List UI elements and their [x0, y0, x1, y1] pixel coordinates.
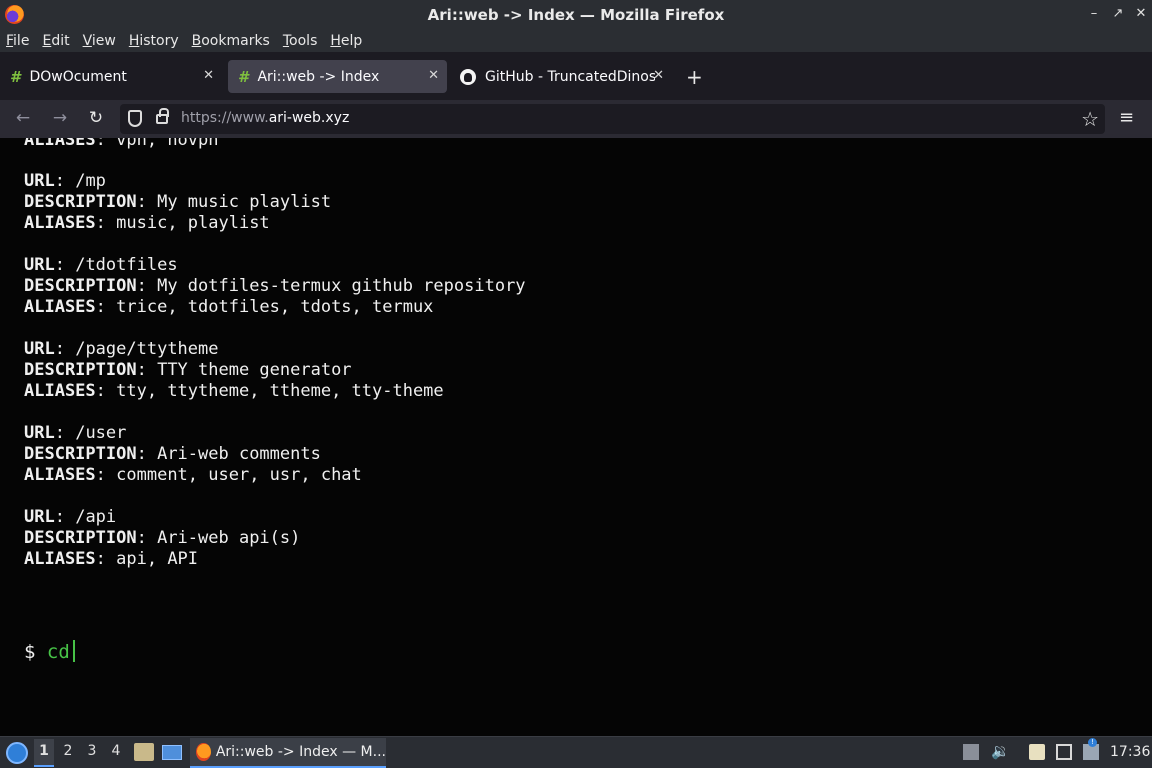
address-bar[interactable]: https://www.ari-web.xyz ☆: [120, 104, 1105, 134]
taskbar-firefox-window[interactable]: Ari::web -> Index — M...: [190, 738, 386, 768]
file-manager-icon[interactable]: [134, 743, 154, 761]
tab-ari-web-index[interactable]: # Ari::web -> Index ✕: [228, 60, 447, 93]
menu-file[interactable]: File: [6, 33, 29, 49]
prompt-symbol: $: [24, 641, 36, 663]
desktop-1-button[interactable]: 1: [34, 739, 54, 767]
start-menu-icon[interactable]: [6, 742, 28, 764]
window-title: Ari::web -> Index — Mozilla Firefox: [427, 6, 725, 24]
text-cursor: [72, 640, 75, 662]
tab-github[interactable]: GitHub - TruncatedDinos ✕: [450, 60, 672, 93]
close-tab-icon[interactable]: ✕: [428, 68, 439, 83]
entry-aliases: ALIASES: api, API: [24, 549, 199, 569]
task-label: Ari::web -> Index — M...: [215, 744, 386, 760]
entry-url: URL: /tdotfiles: [24, 255, 178, 275]
menu-view[interactable]: View: [83, 33, 116, 49]
entry-url: URL: /api: [24, 507, 117, 527]
hamburger-menu-icon[interactable]: ≡: [1119, 107, 1134, 128]
close-tab-icon[interactable]: ✕: [203, 68, 214, 83]
tab-label: Ari::web -> Index: [257, 68, 380, 85]
entry-aliases: ALIASES: tty, ttytheme, ttheme, tty-them…: [24, 381, 444, 401]
entry-description: DESCRIPTION: My dotfiles-termux github r…: [24, 276, 526, 296]
entry-url: URL: /mp: [24, 171, 106, 191]
menu-edit[interactable]: Edit: [42, 33, 69, 49]
entry-description: DESCRIPTION: TTY theme generator: [24, 360, 352, 380]
menu-bar: File Edit View History Bookmarks Tools H…: [0, 30, 1152, 52]
forward-button[interactable]: →: [49, 108, 71, 128]
url-protocol: https://www.: [181, 110, 269, 126]
tray-up-arrow-icon[interactable]: [963, 744, 979, 760]
navigation-bar: ← → ↻ https://www.ari-web.xyz ☆ ≡: [0, 100, 1152, 138]
close-window-button[interactable]: ✕: [1134, 6, 1148, 21]
minimize-button[interactable]: –: [1087, 6, 1101, 21]
volume-icon[interactable]: 🔉: [991, 742, 1010, 760]
menu-tools[interactable]: Tools: [283, 33, 318, 49]
entry-aliases: ALIASES: music, playlist: [24, 213, 270, 233]
tab-label: DOwOcument: [29, 68, 127, 85]
desktop-4-button[interactable]: 4: [106, 743, 126, 759]
show-desktop-icon[interactable]: [162, 745, 182, 760]
tab-strip: # DOwOcument ✕ # Ari::web -> Index ✕ Git…: [0, 52, 1152, 100]
clock[interactable]: 17:36: [1110, 744, 1150, 760]
notification-icon[interactable]: !: [1083, 738, 1099, 760]
firefox-icon: [196, 743, 211, 761]
lock-icon[interactable]: [156, 108, 169, 124]
notification-badge: !: [1088, 738, 1097, 747]
menu-history[interactable]: History: [129, 33, 179, 49]
tab-dowocument[interactable]: # DOwOcument ✕: [0, 60, 222, 93]
url-text[interactable]: https://www.ari-web.xyz: [181, 110, 349, 126]
clipboard-icon[interactable]: [1029, 744, 1045, 760]
github-icon: [460, 68, 476, 85]
bookmark-star-icon[interactable]: ☆: [1081, 107, 1099, 131]
close-tab-icon[interactable]: ✕: [653, 68, 664, 83]
entry-description: DESCRIPTION: Ari-web api(s): [24, 528, 301, 548]
menu-bookmarks[interactable]: Bookmarks: [192, 33, 270, 49]
window-titlebar: Ari::web -> Index — Mozilla Firefox – ↗ …: [0, 0, 1152, 30]
reload-button[interactable]: ↻: [85, 108, 107, 128]
desktop-2-button[interactable]: 2: [58, 743, 78, 759]
desktop-3-button[interactable]: 3: [82, 743, 102, 759]
back-button[interactable]: ←: [12, 108, 34, 128]
hash-favicon-icon: #: [238, 67, 249, 86]
prompt-command: cd: [46, 641, 70, 663]
taskbar: 1 2 3 4 Ari::web -> Index — M... 🔉 ! 17:…: [0, 736, 1152, 768]
entry-aliases: ALIASES: trice, tdotfiles, tdots, termux: [24, 297, 434, 317]
firefox-icon: [5, 5, 24, 24]
tab-label: GitHub - TruncatedDinos: [485, 68, 655, 85]
entry-url: URL: /user: [24, 423, 127, 443]
maximize-button[interactable]: ↗: [1111, 6, 1125, 21]
hash-favicon-icon: #: [10, 67, 21, 86]
menu-help[interactable]: Help: [330, 33, 362, 49]
partial-aliases-line: ALIASES: vpn, novpn: [24, 138, 219, 150]
entry-url: URL: /page/ttytheme: [24, 339, 219, 359]
url-domain: ari-web.xyz: [268, 110, 350, 126]
shield-icon[interactable]: [128, 110, 142, 127]
entry-description: DESCRIPTION: My music playlist: [24, 192, 332, 212]
new-tab-button[interactable]: +: [686, 65, 703, 89]
entry-aliases: ALIASES: comment, user, usr, chat: [24, 465, 362, 485]
network-icon[interactable]: [1056, 744, 1072, 760]
page-content: ALIASES: vpn, novpn URL: /mp DESCRIPTION…: [0, 138, 1152, 736]
command-prompt[interactable]: $ cd: [24, 640, 75, 663]
entry-description: DESCRIPTION: Ari-web comments: [24, 444, 321, 464]
